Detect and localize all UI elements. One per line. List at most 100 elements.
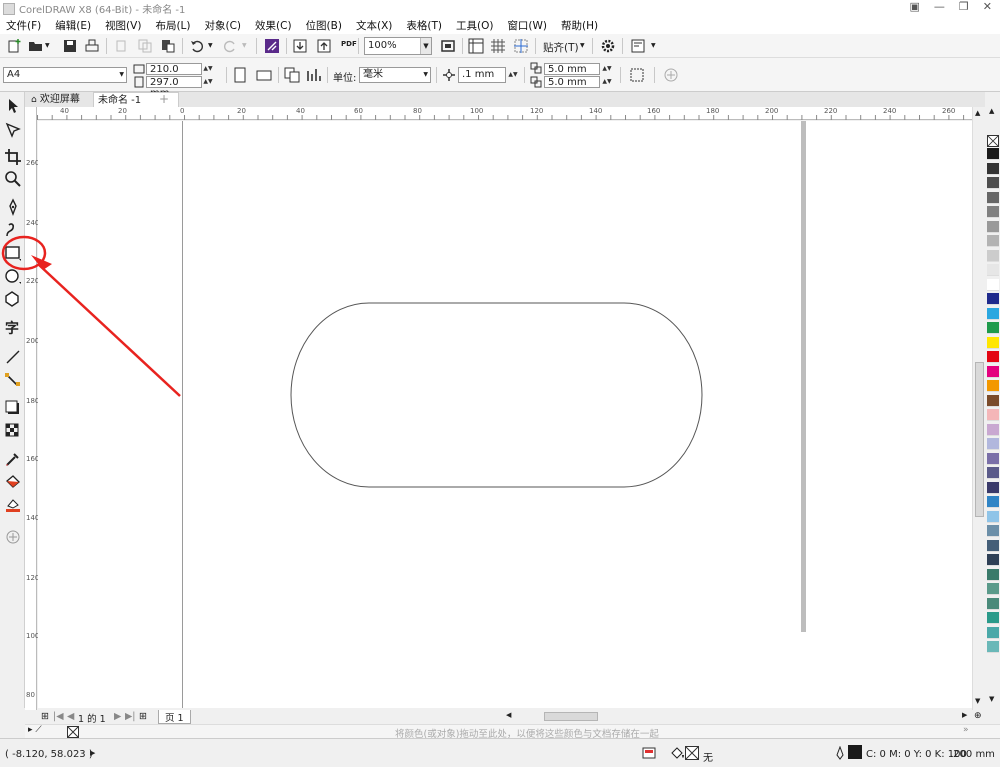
- rectangle-tool-icon[interactable]: [4, 244, 22, 262]
- color-settings-icon[interactable]: [642, 746, 656, 760]
- menu-view[interactable]: 视图(V): [105, 18, 141, 33]
- color-swatch[interactable]: [987, 351, 999, 363]
- undo-icon[interactable]: [189, 38, 205, 54]
- scroll-up-icon[interactable]: ▲: [975, 109, 980, 117]
- menu-table[interactable]: 表格(T): [406, 18, 442, 33]
- zoom-level-select[interactable]: 100% ▼: [364, 37, 432, 55]
- vertical-scroll-thumb[interactable]: [975, 362, 984, 517]
- pick-tool-icon[interactable]: [4, 97, 22, 115]
- freehand-tool-icon[interactable]: [4, 198, 22, 216]
- restore-button[interactable]: ❐: [959, 0, 969, 13]
- new-tab-icon[interactable]: +: [159, 92, 169, 106]
- horizontal-scroll-thumb[interactable]: [544, 712, 598, 721]
- duplicate-y-spinner[interactable]: ▲▼: [602, 76, 612, 87]
- import-icon[interactable]: [292, 38, 308, 54]
- eyedropper-icon[interactable]: [4, 450, 22, 468]
- color-swatch[interactable]: [987, 626, 999, 639]
- no-color-swatch[interactable]: [987, 135, 999, 147]
- tab-welcome-screen[interactable]: ⌂ 欢迎屏幕: [27, 92, 91, 107]
- next-page-icon[interactable]: ▶: [114, 711, 121, 722]
- color-swatch[interactable]: [987, 148, 999, 160]
- duplicate-distance-y-input[interactable]: 5.0 mm: [544, 76, 600, 88]
- menu-effects[interactable]: 效果(C): [255, 18, 292, 33]
- color-swatch[interactable]: [987, 525, 999, 537]
- horizontal-scrollbar[interactable]: ▶: [515, 710, 975, 724]
- page-tab-1[interactable]: 页 1: [158, 710, 191, 724]
- palette-scroll-down-icon[interactable]: ▼: [989, 695, 994, 703]
- options-icon[interactable]: [600, 38, 616, 54]
- color-swatch[interactable]: [987, 220, 999, 233]
- scroll-left-icon[interactable]: ◀: [506, 711, 511, 719]
- color-swatch[interactable]: [987, 510, 999, 523]
- page-size-select[interactable]: A4 ▼: [3, 67, 127, 83]
- vertical-scrollbar[interactable]: ▲ ▼: [972, 107, 985, 710]
- palette-menu-icon[interactable]: ▸ ⟋: [28, 725, 42, 735]
- close-button[interactable]: ✕: [983, 0, 992, 13]
- menu-layout[interactable]: 布局(L): [155, 18, 190, 33]
- undo-dropdown-icon[interactable]: ▼: [208, 42, 213, 49]
- color-swatch[interactable]: [987, 612, 999, 624]
- minimize-button[interactable]: —: [934, 0, 945, 13]
- color-swatch[interactable]: [987, 539, 999, 552]
- text-tool-icon[interactable]: 字: [4, 318, 22, 336]
- color-swatch[interactable]: [987, 191, 999, 204]
- all-pages-icon[interactable]: [284, 67, 300, 83]
- current-page-icon[interactable]: [306, 67, 322, 83]
- add-tool-icon[interactable]: [4, 528, 22, 546]
- color-swatch[interactable]: [987, 467, 999, 479]
- page-width-input[interactable]: 210.0 mm: [146, 63, 202, 86]
- status-menu-icon[interactable]: ▶: [90, 749, 95, 757]
- application-launcher-icon[interactable]: [630, 38, 646, 54]
- color-swatch[interactable]: [987, 583, 999, 595]
- color-swatch[interactable]: [987, 307, 999, 320]
- launcher-dropdown-icon[interactable]: ▼: [651, 42, 656, 49]
- drop-shadow-icon[interactable]: [4, 399, 22, 417]
- units-select[interactable]: 毫米 ▼: [359, 67, 431, 83]
- color-swatch[interactable]: [987, 322, 999, 334]
- color-swatch[interactable]: [987, 641, 999, 653]
- show-rulers-icon[interactable]: [468, 38, 484, 54]
- horizontal-ruler[interactable]: 40 20 0 20 40 60 80 100 120 140 160 180 …: [37, 107, 985, 120]
- account-icon[interactable]: ▣: [910, 0, 920, 13]
- menu-bitmaps[interactable]: 位图(B): [306, 18, 342, 33]
- artistic-media-icon[interactable]: [4, 221, 22, 239]
- first-page-icon[interactable]: |◀: [53, 711, 64, 722]
- export-icon[interactable]: [316, 38, 332, 54]
- snap-dropdown-icon[interactable]: ▼: [580, 42, 585, 49]
- duplicate-x-spinner[interactable]: ▲▼: [602, 63, 612, 74]
- color-swatch[interactable]: [987, 452, 999, 465]
- open-icon[interactable]: [28, 38, 44, 54]
- portrait-orientation-icon[interactable]: [233, 67, 247, 83]
- save-icon[interactable]: [62, 38, 78, 54]
- zoom-tool-icon[interactable]: [4, 170, 22, 188]
- color-swatch[interactable]: [987, 568, 999, 581]
- polygon-tool-icon[interactable]: [4, 290, 22, 308]
- scroll-down-icon[interactable]: ▼: [975, 697, 980, 705]
- open-dropdown-icon[interactable]: ▼: [45, 42, 50, 49]
- smart-fill-icon[interactable]: [4, 496, 22, 514]
- drawing-canvas[interactable]: [38, 121, 972, 708]
- menu-edit[interactable]: 编辑(E): [55, 18, 91, 33]
- menu-help[interactable]: 帮助(H): [561, 18, 598, 33]
- page-height-input[interactable]: 297.0 mm: [146, 76, 202, 99]
- nudge-spinner[interactable]: ▲▼: [508, 69, 518, 80]
- color-swatch[interactable]: [987, 554, 999, 566]
- interactive-fill-icon[interactable]: [4, 473, 22, 491]
- crop-tool-icon[interactable]: [4, 148, 22, 166]
- no-color-swatch[interactable]: [67, 726, 79, 738]
- color-swatch[interactable]: [987, 481, 999, 494]
- menu-text[interactable]: 文本(X): [356, 18, 392, 33]
- color-swatch[interactable]: [987, 438, 999, 450]
- page-width-spinner[interactable]: ▲▼: [203, 63, 213, 74]
- show-grid-icon[interactable]: [490, 38, 506, 54]
- transparency-icon[interactable]: [4, 422, 22, 440]
- publish-pdf-icon[interactable]: PDF: [341, 40, 357, 48]
- menu-object[interactable]: 对象(C): [205, 18, 242, 33]
- connector-tool-icon[interactable]: [4, 370, 22, 388]
- search-content-icon[interactable]: [264, 38, 280, 54]
- expand-tray-icon[interactable]: »: [963, 725, 969, 735]
- color-swatch[interactable]: [987, 278, 999, 291]
- color-swatch[interactable]: [987, 162, 999, 175]
- color-swatch[interactable]: [987, 249, 999, 262]
- color-swatch[interactable]: [987, 380, 999, 392]
